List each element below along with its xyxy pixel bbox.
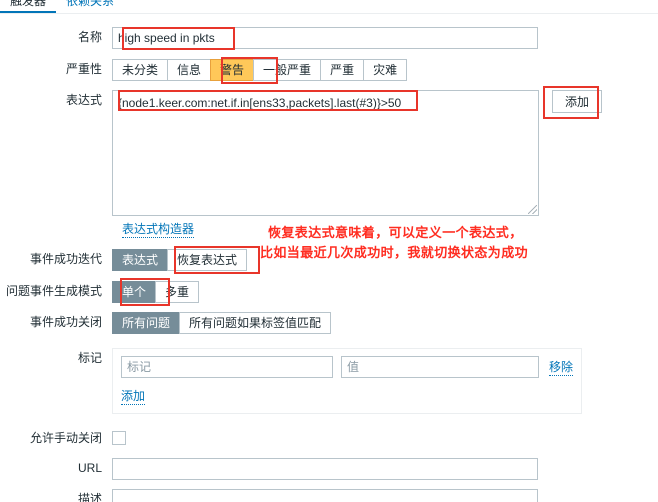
expression-constructor-link[interactable]: 表达式构造器 — [122, 221, 195, 238]
expression-textarea[interactable] — [112, 90, 539, 216]
expression-label: 表达式 — [65, 93, 102, 107]
name-control — [112, 27, 538, 49]
expression-add-control: 添加 — [552, 90, 603, 113]
tag-name-input[interactable] — [121, 356, 333, 378]
ok-event-generation-option-recovery-expression[interactable]: 恢复表达式 — [167, 249, 248, 271]
url-control — [112, 458, 538, 480]
problem-event-generation-mode-label: 问题事件生成模式 — [5, 284, 102, 298]
problem-event-mode-option-multiple[interactable]: 多重 — [155, 281, 200, 303]
severity-option-disaster[interactable]: 灾难 — [363, 59, 408, 81]
name-input[interactable] — [112, 27, 538, 49]
description-control — [112, 489, 538, 502]
row-tags: 标记 移除 添加 — [0, 348, 582, 414]
tab-strip-divider — [0, 13, 658, 14]
tags-label: 标记 — [77, 351, 102, 365]
expression-add-button[interactable]: 添加 — [552, 90, 603, 113]
tag-add-link[interactable]: 添加 — [121, 388, 146, 405]
allow-manual-close-control — [112, 428, 126, 448]
allow-manual-close-label: 允许手动关闭 — [29, 431, 102, 445]
tags-container: 移除 添加 — [112, 348, 582, 414]
row-name: 名称 — [0, 27, 538, 49]
description-label: 描述 — [77, 492, 102, 502]
row-description: 描述 — [0, 489, 538, 502]
severity-option-average[interactable]: 一般严重 — [253, 59, 321, 81]
ok-event-closes-label: 事件成功关闭 — [29, 315, 102, 329]
trigger-config-form: 触发器 依赖关系 名称 严重性 未分类 信息 警告 一般严重 严重 灾难 表达式 — [0, 0, 658, 502]
expression-control — [112, 90, 539, 216]
row-expression: 表达式 — [0, 90, 539, 216]
url-input[interactable] — [112, 458, 538, 480]
tag-remove-link[interactable]: 移除 — [549, 359, 574, 376]
ok-event-closes-button-group: 所有问题 所有问题如果标签值匹配 — [112, 312, 332, 334]
ok-event-closes-option-tag-match[interactable]: 所有问题如果标签值匹配 — [179, 312, 332, 334]
tag-value-input[interactable] — [341, 356, 539, 378]
ok-event-generation-option-expression[interactable]: 表达式 — [112, 249, 168, 271]
annotation-note-line-1: 恢复表达式意味着，可以定义一个表达式， — [268, 226, 523, 241]
tab-trigger[interactable]: 触发器 — [0, 0, 57, 14]
severity-option-warning[interactable]: 警告 — [210, 59, 254, 81]
severity-label: 严重性 — [65, 62, 102, 76]
tab-strip: 触发器 依赖关系 — [0, 0, 658, 14]
row-allow-manual-close: 允许手动关闭 — [0, 428, 126, 448]
allow-manual-close-checkbox[interactable] — [112, 431, 126, 445]
row-url: URL — [0, 458, 538, 480]
annotation-note-line-2: 比如当最近几次成功时，我就切换状态为成功 — [260, 246, 529, 261]
row-problem-event-generation-mode: 问题事件生成模式 单个 多重 — [0, 281, 200, 303]
description-textarea[interactable] — [112, 489, 538, 502]
tag-row: 移除 — [121, 356, 574, 378]
severity-option-information[interactable]: 信息 — [167, 59, 211, 81]
row-ok-event-closes: 事件成功关闭 所有问题 所有问题如果标签值匹配 — [0, 312, 332, 334]
ok-event-closes-option-all-problems[interactable]: 所有问题 — [112, 312, 180, 334]
ok-event-generation-label: 事件成功迭代 — [29, 252, 102, 266]
severity-option-high[interactable]: 严重 — [320, 59, 364, 81]
problem-event-mode-option-single[interactable]: 单个 — [112, 281, 156, 303]
severity-button-group: 未分类 信息 警告 一般严重 严重 灾难 — [112, 59, 408, 81]
row-severity: 严重性 未分类 信息 警告 一般严重 严重 灾难 — [0, 59, 408, 81]
severity-option-not-classified[interactable]: 未分类 — [112, 59, 168, 81]
row-ok-event-generation: 事件成功迭代 表达式 恢复表达式 — [0, 249, 248, 271]
tab-dependencies[interactable]: 依赖关系 — [56, 0, 124, 14]
name-label: 名称 — [77, 30, 102, 44]
problem-event-generation-mode-button-group: 单个 多重 — [112, 281, 200, 303]
url-label: URL — [77, 461, 102, 475]
ok-event-generation-button-group: 表达式 恢复表达式 — [112, 249, 248, 271]
textarea-resize-handle[interactable] — [528, 205, 537, 214]
